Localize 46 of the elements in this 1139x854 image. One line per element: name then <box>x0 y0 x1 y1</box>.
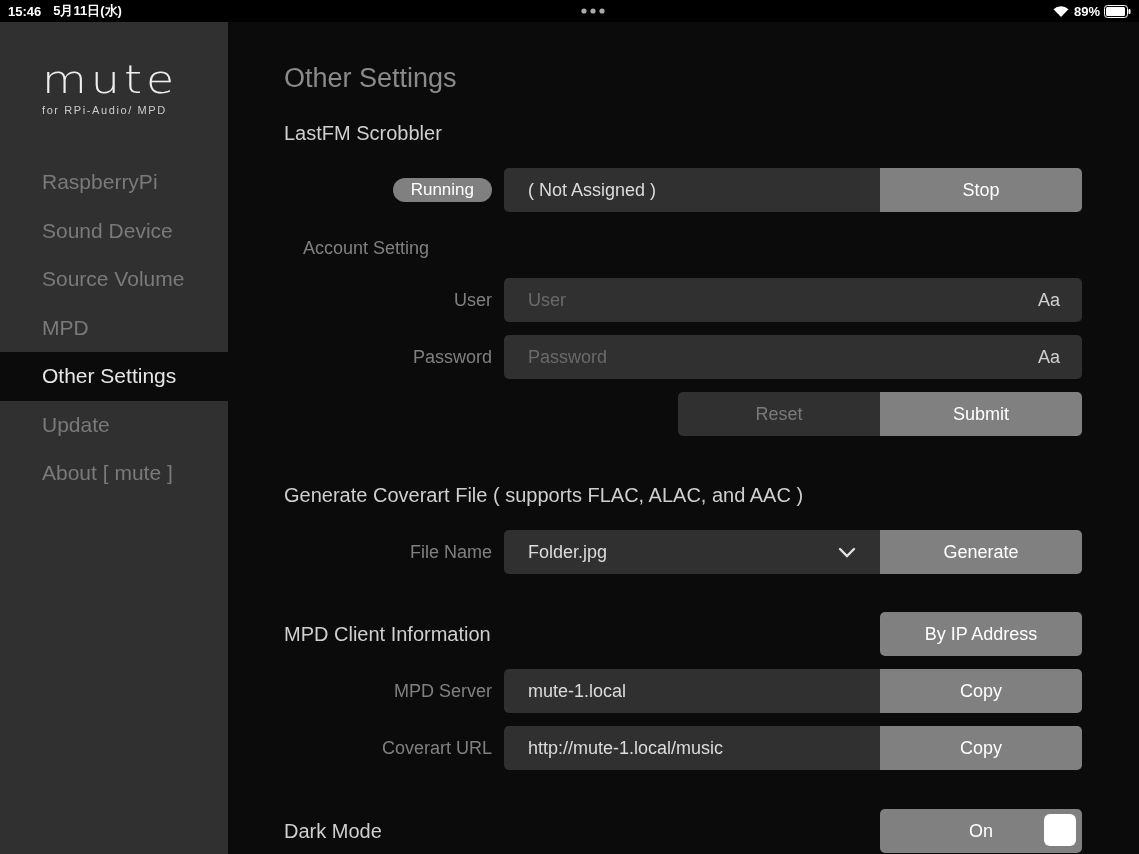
select-field[interactable]: Folder.jpg <box>504 530 880 574</box>
page-title: Other Settings <box>284 62 458 95</box>
sidebar-item[interactable]: Sound Device <box>0 206 228 255</box>
keyboard-hint: Aa <box>1037 346 1060 368</box>
value-field: mute-1.local <box>504 669 880 713</box>
generate-button[interactable]: Generate <box>880 530 1082 574</box>
sidebar-item[interactable]: Source Volume <box>0 255 228 304</box>
running-badge: Running <box>392 178 492 202</box>
field-label: Coverart URL <box>380 737 492 759</box>
input-field[interactable]: Password Aa <box>504 335 1082 379</box>
toggle-knob <box>1044 814 1076 846</box>
battery-icon <box>1104 4 1131 18</box>
date-text: 5月11日(水) <box>53 2 122 20</box>
text-input[interactable]: User <box>528 289 1038 311</box>
text-input[interactable]: Password <box>528 346 1038 368</box>
submit-button[interactable]: Submit <box>880 392 1082 436</box>
battery-percent: 89% <box>1073 3 1100 19</box>
section-heading: Generate Coverart File ( supports FLAC, ALAC, and AAC ) <box>284 483 804 508</box>
keyboard-hint: Aa <box>1037 289 1060 311</box>
sidebar-item[interactable]: Other Settings <box>0 352 228 401</box>
copy-button[interactable]: Copy <box>880 726 1082 770</box>
input-field[interactable]: User Aa <box>504 278 1082 322</box>
section-heading: LastFM Scrobbler <box>284 121 442 146</box>
sidebar-item[interactable]: About [ mute ] <box>0 449 228 498</box>
field-label: MPD Server <box>393 680 492 702</box>
ip-address-button[interactable]: By IP Address <box>880 612 1082 656</box>
value-field: http://mute-1.local/music <box>504 726 880 770</box>
account-value: ( Not Assigned ) <box>504 168 880 212</box>
app-logo: mute <box>42 59 179 99</box>
sidebar-item[interactable]: RaspberryPi <box>0 158 228 207</box>
field-label: User <box>453 289 492 311</box>
section-heading: Dark Mode <box>284 819 382 844</box>
field-label: File Name <box>408 541 492 563</box>
chevron-down-icon <box>838 546 856 558</box>
sidebar-item[interactable]: MPD <box>0 303 228 352</box>
stop-button[interactable]: Stop <box>880 168 1082 212</box>
section-heading: MPD Client Information <box>284 622 491 647</box>
copy-button[interactable]: Copy <box>880 669 1082 713</box>
clock-time: 15:46 <box>8 3 42 19</box>
reset-button[interactable]: Reset <box>678 392 880 436</box>
logo-subtitle: for RPi-Audio/ MPD <box>42 104 167 116</box>
sidebar-item[interactable]: Update <box>0 400 228 449</box>
field-label: Password <box>411 346 492 368</box>
wifi-icon <box>1052 5 1069 17</box>
more-dots-icon <box>581 8 606 14</box>
subheading: Account Setting <box>302 237 430 260</box>
